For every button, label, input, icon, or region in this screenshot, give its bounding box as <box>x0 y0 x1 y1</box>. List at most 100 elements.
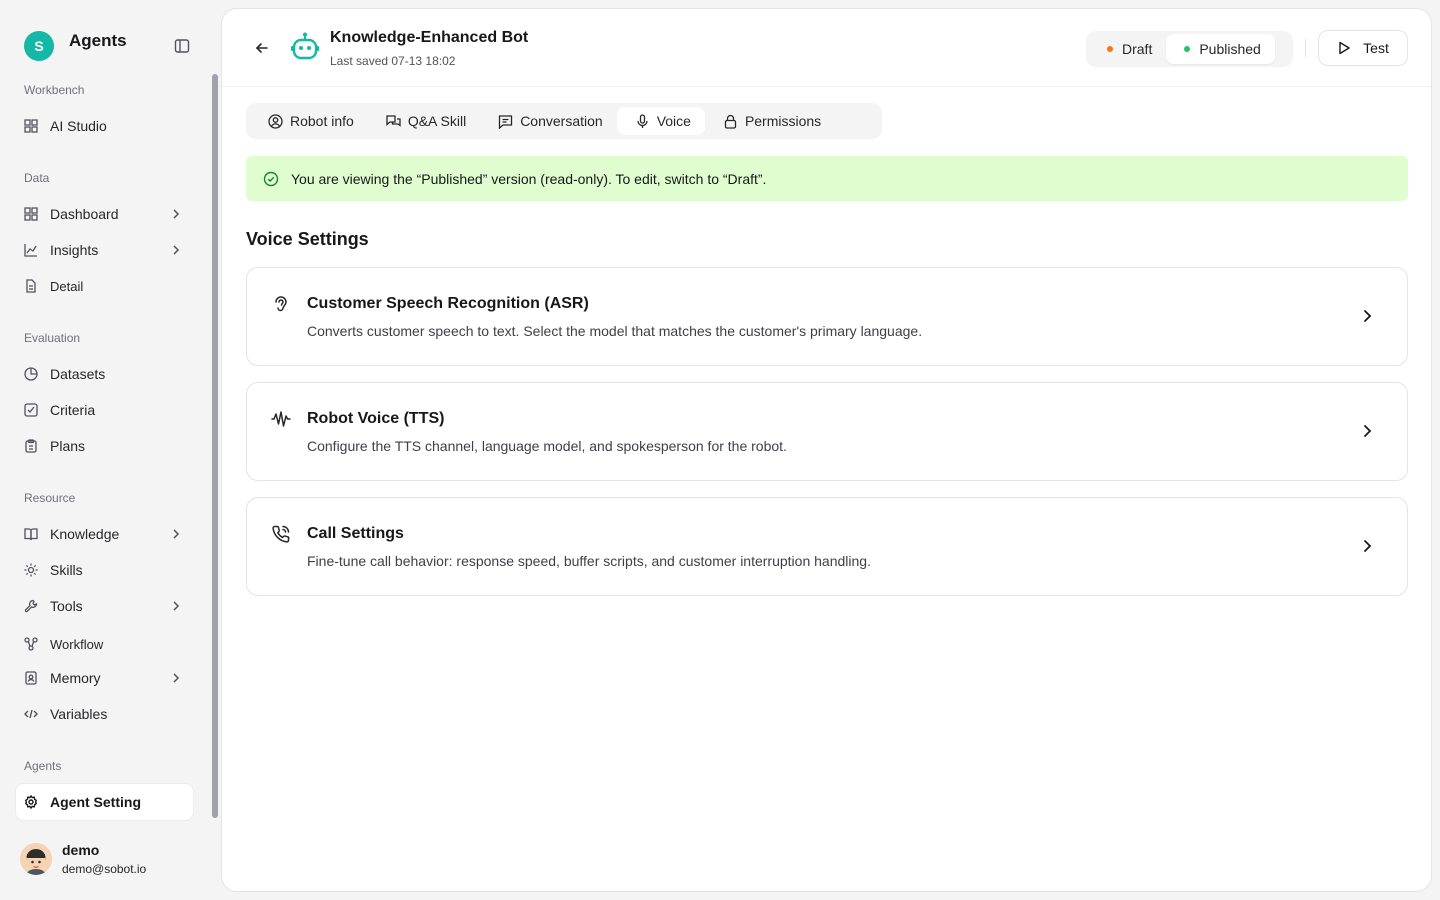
version-label: Published <box>1199 41 1261 57</box>
avatar <box>20 843 52 875</box>
sidebar-item-variables[interactable]: Variables <box>16 696 193 732</box>
card-description: Converts customer speech to text. Select… <box>307 323 923 339</box>
chevron-right-icon <box>169 599 183 613</box>
card-title: Call Settings <box>307 525 404 542</box>
tab-label: Permissions <box>744 113 822 129</box>
sidebar-item-label: Memory <box>50 670 101 686</box>
card-description: Fine-tune call behavior: response speed,… <box>307 553 871 569</box>
sidebar-item-label: Criteria <box>50 402 96 418</box>
card-title: Robot Voice (TTS) <box>307 410 445 427</box>
sidebar-toggle-icon[interactable] <box>174 38 190 54</box>
sidebar-item-workflow[interactable]: Workflow <box>16 626 193 662</box>
ear-icon <box>271 294 291 314</box>
line-chart-icon <box>24 243 38 257</box>
chevron-right-icon <box>169 207 183 221</box>
chat-bubbles-icon <box>386 114 401 129</box>
last-saved-text: Last saved 07-13 18:02 <box>330 54 456 68</box>
tab-label: Robot info <box>290 113 354 129</box>
nav-section-resource: Resource <box>24 491 76 505</box>
version-switch: Draft Published <box>1086 31 1293 67</box>
tab-label: Conversation <box>520 113 603 129</box>
sun-icon <box>24 563 38 577</box>
file-text-icon <box>24 279 38 293</box>
call-settings-card[interactable]: Call Settings Fine-tune call behavior: r… <box>246 497 1408 596</box>
version-option-published[interactable]: Published <box>1166 34 1275 64</box>
tab-label: Voice <box>656 113 691 129</box>
sidebar-item-detail[interactable]: Detail <box>16 268 193 304</box>
audio-waveform-icon <box>271 409 291 429</box>
sidebar-item-memory[interactable]: Memory <box>16 660 193 696</box>
sidebar-item-label: AI Studio <box>50 118 107 134</box>
nav-section-workbench: Workbench <box>24 83 85 97</box>
back-arrow-icon[interactable] <box>254 40 270 56</box>
nav-section-data: Data <box>24 171 50 185</box>
sidebar: S Agents Workbench AI Studio Data Dashbo… <box>0 0 220 900</box>
test-button-label: Test <box>1363 40 1389 56</box>
wrench-icon <box>24 599 38 613</box>
settings-tabs: Robot info Q&A Skill Conversation Voice … <box>246 103 882 139</box>
sidebar-item-agent-setting[interactable]: Agent Setting <box>16 784 193 820</box>
test-button[interactable]: Test <box>1318 30 1408 66</box>
sidebar-item-label: Tools <box>50 598 83 614</box>
chevron-right-icon <box>1359 538 1375 554</box>
play-icon <box>1337 41 1351 55</box>
lock-icon <box>723 114 738 129</box>
sidebar-item-label: Knowledge <box>50 526 120 542</box>
sidebar-item-skills[interactable]: Skills <box>16 552 193 588</box>
sidebar-item-label: Datasets <box>50 366 106 382</box>
sidebar-item-criteria[interactable]: Criteria <box>16 392 193 428</box>
brand: S Agents <box>24 31 194 61</box>
brand-title: Agents <box>69 31 127 50</box>
section-title: Voice Settings <box>246 229 369 249</box>
version-option-draft[interactable]: Draft <box>1089 34 1166 64</box>
dashboard-icon <box>24 207 38 221</box>
sidebar-item-insights[interactable]: Insights <box>16 232 193 268</box>
chevron-right-icon <box>169 243 183 257</box>
tab-qa-skill[interactable]: Q&A Skill <box>368 107 480 135</box>
main-panel: Knowledge-Enhanced Bot Last saved 07-13 … <box>221 8 1432 892</box>
asr-settings-card[interactable]: Customer Speech Recognition (ASR) Conver… <box>246 267 1408 366</box>
robot-icon <box>290 31 320 61</box>
sidebar-item-label: Plans <box>50 438 86 454</box>
sidebar-item-knowledge[interactable]: Knowledge <box>16 516 193 552</box>
tab-conversation[interactable]: Conversation <box>480 107 617 135</box>
status-dot <box>1184 46 1191 52</box>
tab-robot-info[interactable]: Robot info <box>250 107 368 135</box>
sidebar-item-dashboard[interactable]: Dashboard <box>16 196 193 232</box>
page-title: Knowledge-Enhanced Bot <box>330 29 529 46</box>
grid-icon <box>24 119 38 133</box>
sidebar-item-tools[interactable]: Tools <box>16 588 193 624</box>
tab-label: Q&A Skill <box>407 113 467 129</box>
sidebar-item-plans[interactable]: Plans <box>16 428 193 464</box>
sidebar-item-label: Variables <box>50 706 108 722</box>
workflow-icon <box>24 637 38 651</box>
user-name: demo <box>62 841 100 858</box>
check-circle-icon <box>263 171 279 187</box>
user-email: demo@sobot.io <box>62 861 147 876</box>
tab-permissions[interactable]: Permissions <box>705 107 835 135</box>
brand-logo: S <box>24 31 54 61</box>
nav-section-evaluation: Evaluation <box>24 331 81 345</box>
microphone-icon <box>635 113 650 129</box>
chevron-right-icon <box>169 527 183 541</box>
clipboard-icon <box>24 439 38 453</box>
sidebar-scrollbar[interactable] <box>212 74 218 818</box>
card-description: Configure the TTS channel, language mode… <box>307 438 787 454</box>
sidebar-item-datasets[interactable]: Datasets <box>16 356 193 392</box>
chevron-right-icon <box>169 671 183 685</box>
user-profile[interactable]: demo demo@sobot.io <box>20 842 210 876</box>
chevron-right-icon <box>1359 423 1375 439</box>
sidebar-item-label: Detail <box>50 278 84 294</box>
sidebar-item-ai-studio[interactable]: AI Studio <box>16 108 193 144</box>
tab-voice[interactable]: Voice <box>616 107 705 135</box>
page-header: Knowledge-Enhanced Bot Last saved 07-13 … <box>222 9 1431 87</box>
message-square-icon <box>498 114 513 129</box>
card-title: Customer Speech Recognition (ASR) <box>307 295 589 312</box>
sidebar-item-label: Workflow <box>50 636 104 652</box>
version-label: Draft <box>1122 41 1153 57</box>
tts-settings-card[interactable]: Robot Voice (TTS) Configure the TTS chan… <box>246 382 1408 481</box>
user-circle-icon <box>268 113 283 129</box>
pie-chart-icon <box>24 367 38 381</box>
check-square-icon <box>24 403 38 417</box>
sidebar-item-label: Skills <box>50 562 83 578</box>
